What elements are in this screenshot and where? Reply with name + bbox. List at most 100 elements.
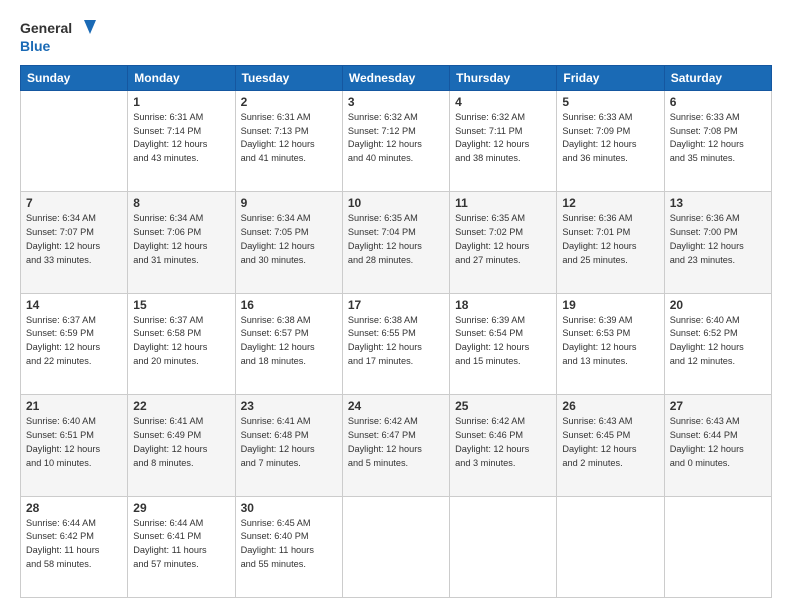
day-info: Sunrise: 6:36 AM Sunset: 7:01 PM Dayligh…: [562, 212, 658, 267]
day-number: 13: [670, 196, 766, 210]
day-number: 2: [241, 95, 337, 109]
day-info: Sunrise: 6:37 AM Sunset: 6:58 PM Dayligh…: [133, 314, 229, 369]
day-number: 3: [348, 95, 444, 109]
day-info: Sunrise: 6:42 AM Sunset: 6:47 PM Dayligh…: [348, 415, 444, 470]
calendar-cell: [450, 496, 557, 597]
day-number: 25: [455, 399, 551, 413]
day-number: 22: [133, 399, 229, 413]
calendar-cell: 26 Sunrise: 6:43 AM Sunset: 6:45 PM Dayli…: [557, 395, 664, 496]
calendar-cell: 29 Sunrise: 6:44 AM Sunset: 6:41 PM Dayli…: [128, 496, 235, 597]
calendar-cell: 28Sunrise: 6:44 AM Sunset: 6:42 PM Dayli…: [21, 496, 128, 597]
day-number: 30: [241, 501, 337, 515]
day-info: Sunrise: 6:39 AM Sunset: 6:54 PM Dayligh…: [455, 314, 551, 369]
day-number: 7: [26, 196, 122, 210]
calendar-cell: 17 Sunrise: 6:38 AM Sunset: 6:55 PM Dayli…: [342, 293, 449, 394]
day-info: Sunrise: 6:41 AM Sunset: 6:49 PM Dayligh…: [133, 415, 229, 470]
calendar-cell: 15 Sunrise: 6:37 AM Sunset: 6:58 PM Dayli…: [128, 293, 235, 394]
calendar-week-row: 1 Sunrise: 6:31 AM Sunset: 7:14 PM Daylig…: [21, 90, 772, 191]
calendar-day-header: Tuesday: [235, 65, 342, 90]
calendar-week-row: 21 Sunrise: 6:40 AM Sunset: 6:51 PM Dayli…: [21, 395, 772, 496]
day-info: Sunrise: 6:41 AM Sunset: 6:48 PM Dayligh…: [241, 415, 337, 470]
day-number: 16: [241, 298, 337, 312]
day-number: 17: [348, 298, 444, 312]
calendar-cell: 21 Sunrise: 6:40 AM Sunset: 6:51 PM Dayli…: [21, 395, 128, 496]
day-info: Sunrise: 6:32 AM Sunset: 7:12 PM Dayligh…: [348, 111, 444, 166]
day-info: Sunrise: 6:33 AM Sunset: 7:08 PM Dayligh…: [670, 111, 766, 166]
day-number: 23: [241, 399, 337, 413]
calendar-cell: 23 Sunrise: 6:41 AM Sunset: 6:48 PM Dayli…: [235, 395, 342, 496]
day-info: Sunrise: 6:43 AM Sunset: 6:44 PM Dayligh…: [670, 415, 766, 470]
calendar-day-header: Friday: [557, 65, 664, 90]
day-number: 9: [241, 196, 337, 210]
calendar-cell: [557, 496, 664, 597]
logo-blue: Blue: [20, 38, 50, 55]
calendar-cell: [21, 90, 128, 191]
day-info: Sunrise: 6:38 AM Sunset: 6:57 PM Dayligh…: [241, 314, 337, 369]
day-info: Sunrise: 6:35 AM Sunset: 7:04 PM Dayligh…: [348, 212, 444, 267]
logo-container: General Blue: [20, 18, 96, 55]
calendar-cell: 5Sunrise: 6:33 AM Sunset: 7:09 PM Daylig…: [557, 90, 664, 191]
calendar-cell: 24 Sunrise: 6:42 AM Sunset: 6:47 PM Dayli…: [342, 395, 449, 496]
calendar-week-row: 28Sunrise: 6:44 AM Sunset: 6:42 PM Dayli…: [21, 496, 772, 597]
calendar-cell: 10 Sunrise: 6:35 AM Sunset: 7:04 PM Dayli…: [342, 192, 449, 293]
day-number: 24: [348, 399, 444, 413]
day-number: 4: [455, 95, 551, 109]
calendar-cell: 9 Sunrise: 6:34 AM Sunset: 7:05 PM Daylig…: [235, 192, 342, 293]
calendar-cell: 16 Sunrise: 6:38 AM Sunset: 6:57 PM Dayli…: [235, 293, 342, 394]
calendar-cell: 12 Sunrise: 6:36 AM Sunset: 7:01 PM Dayli…: [557, 192, 664, 293]
day-info: Sunrise: 6:42 AM Sunset: 6:46 PM Dayligh…: [455, 415, 551, 470]
logo-general: General: [20, 20, 72, 37]
calendar-header-row: SundayMondayTuesdayWednesdayThursdayFrid…: [21, 65, 772, 90]
day-info: Sunrise: 6:40 AM Sunset: 6:52 PM Dayligh…: [670, 314, 766, 369]
calendar-cell: 30 Sunrise: 6:45 AM Sunset: 6:40 PM Dayli…: [235, 496, 342, 597]
logo-bird-icon: [74, 18, 96, 38]
day-number: 28: [26, 501, 122, 515]
day-number: 1: [133, 95, 229, 109]
calendar-cell: 1 Sunrise: 6:31 AM Sunset: 7:14 PM Daylig…: [128, 90, 235, 191]
calendar-cell: 13Sunrise: 6:36 AM Sunset: 7:00 PM Dayli…: [664, 192, 771, 293]
header: General Blue: [20, 18, 772, 55]
day-number: 5: [562, 95, 658, 109]
calendar-cell: [664, 496, 771, 597]
day-info: Sunrise: 6:31 AM Sunset: 7:14 PM Dayligh…: [133, 111, 229, 166]
day-number: 27: [670, 399, 766, 413]
day-number: 15: [133, 298, 229, 312]
day-number: 11: [455, 196, 551, 210]
calendar-week-row: 14 Sunrise: 6:37 AM Sunset: 6:59 PM Dayli…: [21, 293, 772, 394]
day-number: 14: [26, 298, 122, 312]
calendar-cell: 14 Sunrise: 6:37 AM Sunset: 6:59 PM Dayli…: [21, 293, 128, 394]
calendar-table: SundayMondayTuesdayWednesdayThursdayFrid…: [20, 65, 772, 598]
calendar-cell: 11 Sunrise: 6:35 AM Sunset: 7:02 PM Dayli…: [450, 192, 557, 293]
page: General Blue SundayMondayTuesdayWednesda…: [0, 0, 792, 612]
calendar-cell: 7 Sunrise: 6:34 AM Sunset: 7:07 PM Daylig…: [21, 192, 128, 293]
day-number: 6: [670, 95, 766, 109]
day-info: Sunrise: 6:39 AM Sunset: 6:53 PM Dayligh…: [562, 314, 658, 369]
calendar-cell: 18 Sunrise: 6:39 AM Sunset: 6:54 PM Dayli…: [450, 293, 557, 394]
calendar-cell: 20Sunrise: 6:40 AM Sunset: 6:52 PM Dayli…: [664, 293, 771, 394]
day-info: Sunrise: 6:44 AM Sunset: 6:41 PM Dayligh…: [133, 517, 229, 572]
calendar-day-header: Saturday: [664, 65, 771, 90]
day-number: 26: [562, 399, 658, 413]
day-info: Sunrise: 6:34 AM Sunset: 7:07 PM Dayligh…: [26, 212, 122, 267]
day-number: 8: [133, 196, 229, 210]
day-info: Sunrise: 6:37 AM Sunset: 6:59 PM Dayligh…: [26, 314, 122, 369]
day-number: 18: [455, 298, 551, 312]
day-info: Sunrise: 6:45 AM Sunset: 6:40 PM Dayligh…: [241, 517, 337, 572]
calendar-week-row: 7 Sunrise: 6:34 AM Sunset: 7:07 PM Daylig…: [21, 192, 772, 293]
day-number: 12: [562, 196, 658, 210]
day-info: Sunrise: 6:34 AM Sunset: 7:05 PM Dayligh…: [241, 212, 337, 267]
day-info: Sunrise: 6:40 AM Sunset: 6:51 PM Dayligh…: [26, 415, 122, 470]
day-info: Sunrise: 6:38 AM Sunset: 6:55 PM Dayligh…: [348, 314, 444, 369]
day-info: Sunrise: 6:35 AM Sunset: 7:02 PM Dayligh…: [455, 212, 551, 267]
day-number: 21: [26, 399, 122, 413]
calendar-cell: 3 Sunrise: 6:32 AM Sunset: 7:12 PM Daylig…: [342, 90, 449, 191]
logo: General Blue: [20, 18, 96, 55]
calendar-cell: 22 Sunrise: 6:41 AM Sunset: 6:49 PM Dayli…: [128, 395, 235, 496]
calendar-cell: 19Sunrise: 6:39 AM Sunset: 6:53 PM Dayli…: [557, 293, 664, 394]
day-info: Sunrise: 6:32 AM Sunset: 7:11 PM Dayligh…: [455, 111, 551, 166]
day-info: Sunrise: 6:43 AM Sunset: 6:45 PM Dayligh…: [562, 415, 658, 470]
day-number: 29: [133, 501, 229, 515]
day-number: 10: [348, 196, 444, 210]
calendar-cell: [342, 496, 449, 597]
calendar-cell: 4 Sunrise: 6:32 AM Sunset: 7:11 PM Daylig…: [450, 90, 557, 191]
